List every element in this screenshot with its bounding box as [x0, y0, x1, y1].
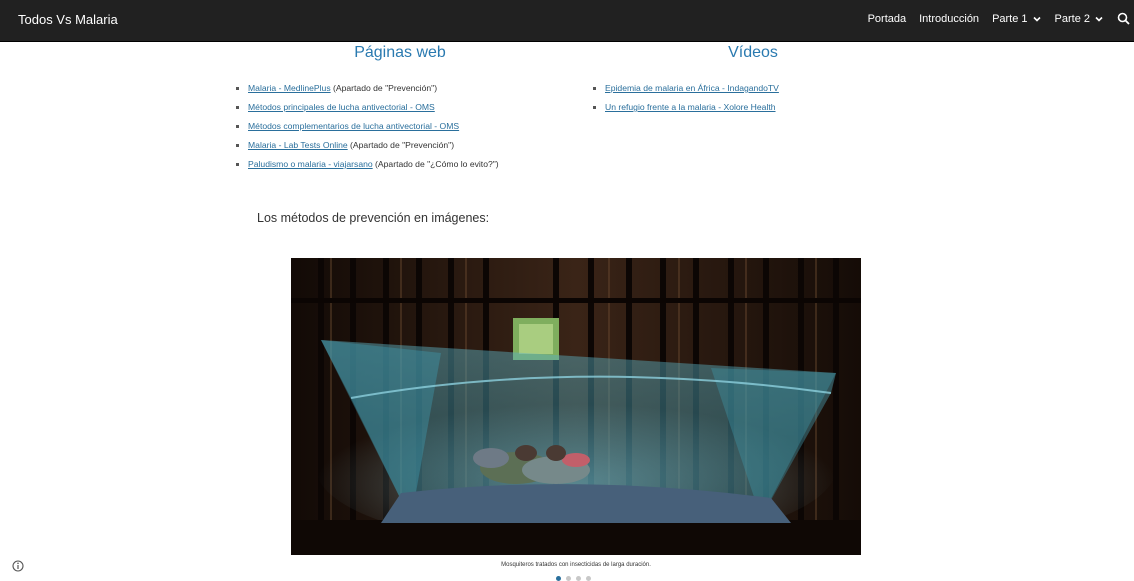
bullet — [236, 163, 239, 166]
bullet — [593, 106, 596, 109]
carousel-dot-4[interactable] — [586, 576, 591, 581]
carousel-image-mosquito-net[interactable] — [291, 258, 861, 555]
bullet — [236, 106, 239, 109]
link-note: (Apartado de "Prevención") — [347, 140, 455, 150]
list-item: Epidemia de malaria en África - Indagand… — [593, 83, 779, 102]
websites-heading: Páginas web — [354, 44, 446, 61]
bullet — [236, 125, 239, 128]
nav-introduccion-label: Introducción — [919, 12, 980, 25]
carousel-caption: Mosquiteros tratados con insecticidas de… — [501, 562, 651, 568]
link-lab-tests-online[interactable]: Malaria - Lab Tests Online — [248, 140, 348, 150]
carousel-indicators — [556, 576, 591, 581]
nav-portada[interactable]: Portada — [868, 13, 907, 25]
list-item: Malaria - Lab Tests Online (Apartado de … — [236, 140, 499, 159]
link-medlineplus[interactable]: Malaria - MedlinePlus — [248, 83, 331, 93]
carousel-dot-2[interactable] — [566, 576, 571, 581]
link-oms-principales[interactable]: Métodos principales de lucha antivectori… — [248, 102, 435, 112]
link-viajarsano[interactable]: Paludismo o malaria - viajarsano — [248, 159, 373, 169]
videos-heading: Vídeos — [728, 44, 778, 61]
link-note: (Apartado de "Prevención") — [330, 83, 438, 93]
carousel-dot-3[interactable] — [576, 576, 581, 581]
nav-parte-2[interactable]: Parte 2 — [1055, 13, 1104, 25]
list-item: Métodos complementarios de lucha antivec… — [236, 121, 499, 140]
list-item: Un refugio frente a la malaria - Xolore … — [593, 102, 779, 121]
videos-list: Epidemia de malaria en África - Indagand… — [593, 83, 779, 121]
link-xolore-health[interactable]: Un refugio frente a la malaria - Xolore … — [605, 102, 776, 112]
list-item: Métodos principales de lucha antivectori… — [236, 102, 499, 121]
mosquito-net-photo — [291, 258, 861, 555]
nav-parte-2-label: Parte 2 — [1054, 12, 1090, 25]
link-oms-complementarios[interactable]: Métodos complementarios de lucha antivec… — [248, 121, 459, 131]
carousel-dot-1[interactable] — [556, 576, 561, 581]
link-note: (Apartado de "¿Cómo lo evito?") — [372, 159, 499, 169]
bullet — [236, 144, 239, 147]
nav-introduccion[interactable]: Introducción — [919, 13, 979, 25]
chevron-down-icon — [1032, 16, 1041, 22]
websites-list: Malaria - MedlinePlus (Apartado de "Prev… — [236, 83, 499, 178]
search-icon[interactable] — [1117, 12, 1130, 25]
nav-parte-1-label: Parte 1 — [992, 12, 1028, 25]
bullet — [236, 87, 239, 90]
list-item: Paludismo o malaria - viajarsano (Aparta… — [236, 159, 499, 178]
bullet — [593, 87, 596, 90]
nav-parte-1[interactable]: Parte 1 — [992, 13, 1041, 25]
info-icon[interactable] — [12, 560, 24, 572]
chevron-down-icon — [1095, 16, 1103, 22]
site-title[interactable]: Todos Vs Malaria — [18, 12, 118, 27]
nav-portada-label: Portada — [867, 12, 907, 25]
main-nav: Portada Introducción Parte 1 Parte 2 — [868, 12, 1130, 25]
top-navigation-bar: Todos Vs Malaria Portada Introducción Pa… — [0, 0, 1134, 42]
link-indagandotv[interactable]: Epidemia de malaria en África - Indagand… — [605, 83, 779, 93]
list-item: Malaria - MedlinePlus (Apartado de "Prev… — [236, 83, 499, 102]
gallery-heading: Los métodos de prevención en imágenes: — [257, 211, 490, 225]
